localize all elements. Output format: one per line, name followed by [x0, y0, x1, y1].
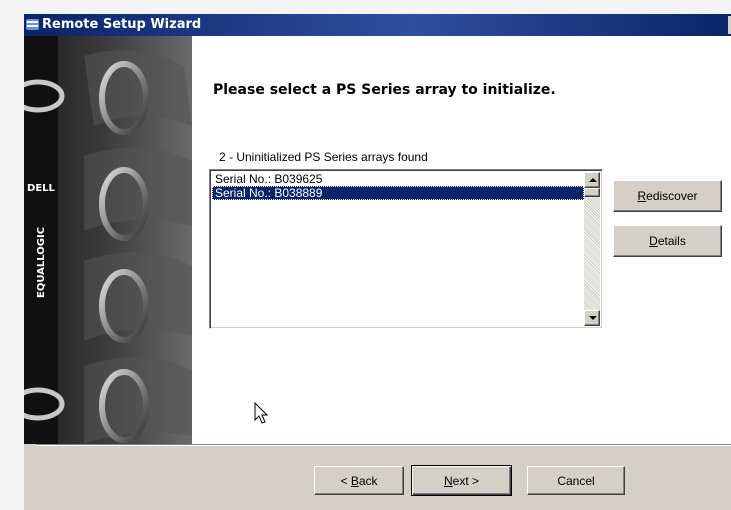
mouse-pointer-icon: [254, 402, 269, 424]
array-list-item[interactable]: Serial No.: B039625: [212, 172, 584, 186]
rediscover-button[interactable]: Rediscover: [613, 180, 722, 212]
array-list-item-selected[interactable]: Serial No.: B038889: [212, 186, 584, 200]
footer-separator: [36, 444, 731, 446]
back-prefix: <: [340, 473, 351, 488]
window-title: Remote Setup Wizard: [42, 17, 202, 32]
list-scrollbar[interactable]: [584, 172, 600, 326]
page-heading: Please select a PS Series array to initi…: [213, 82, 556, 98]
scroll-thumb[interactable]: [584, 188, 600, 197]
arrow-up-icon: [589, 178, 597, 182]
wizard-body: DELL EQUALLOGIC Please select a PS Serie…: [24, 36, 731, 444]
scroll-up-button[interactable]: [584, 172, 600, 188]
arrays-found-label: 2 - Uninitialized PS Series arrays found: [219, 150, 428, 164]
cancel-button[interactable]: Cancel: [527, 466, 625, 495]
scroll-down-button[interactable]: [584, 310, 600, 326]
title-bar[interactable]: Remote Setup Wizard: [24, 14, 731, 36]
wizard-app-icon: [26, 19, 39, 30]
arrow-down-icon: [589, 316, 597, 320]
back-accel: B: [350, 473, 359, 488]
back-label: ack: [358, 473, 378, 488]
rediscover-label: ediscover: [646, 189, 698, 203]
array-list: Serial No.: B039625 Serial No.: B038889: [212, 172, 584, 200]
details-label: etails: [657, 234, 686, 248]
wizard-window: Remote Setup Wizard DELL EQUALLOGIC Plea…: [24, 14, 731, 510]
equallogic-array-image: DELL EQUALLOGIC: [24, 36, 192, 444]
dell-logo-text: DELL: [27, 183, 56, 194]
next-accel: N: [443, 473, 453, 488]
details-accel: D: [649, 234, 658, 248]
next-label: ext >: [452, 473, 480, 488]
rediscover-accel: R: [637, 189, 647, 203]
back-button[interactable]: < Back: [314, 466, 404, 495]
next-button[interactable]: Next >: [411, 465, 512, 496]
equallogic-logo-text: EQUALLOGIC: [36, 227, 47, 298]
array-listbox[interactable]: Serial No.: B039625 Serial No.: B038889: [209, 169, 603, 329]
details-button[interactable]: Details: [613, 225, 722, 257]
screen: Remote Setup Wizard DELL EQUALLOGIC Plea…: [0, 0, 731, 510]
